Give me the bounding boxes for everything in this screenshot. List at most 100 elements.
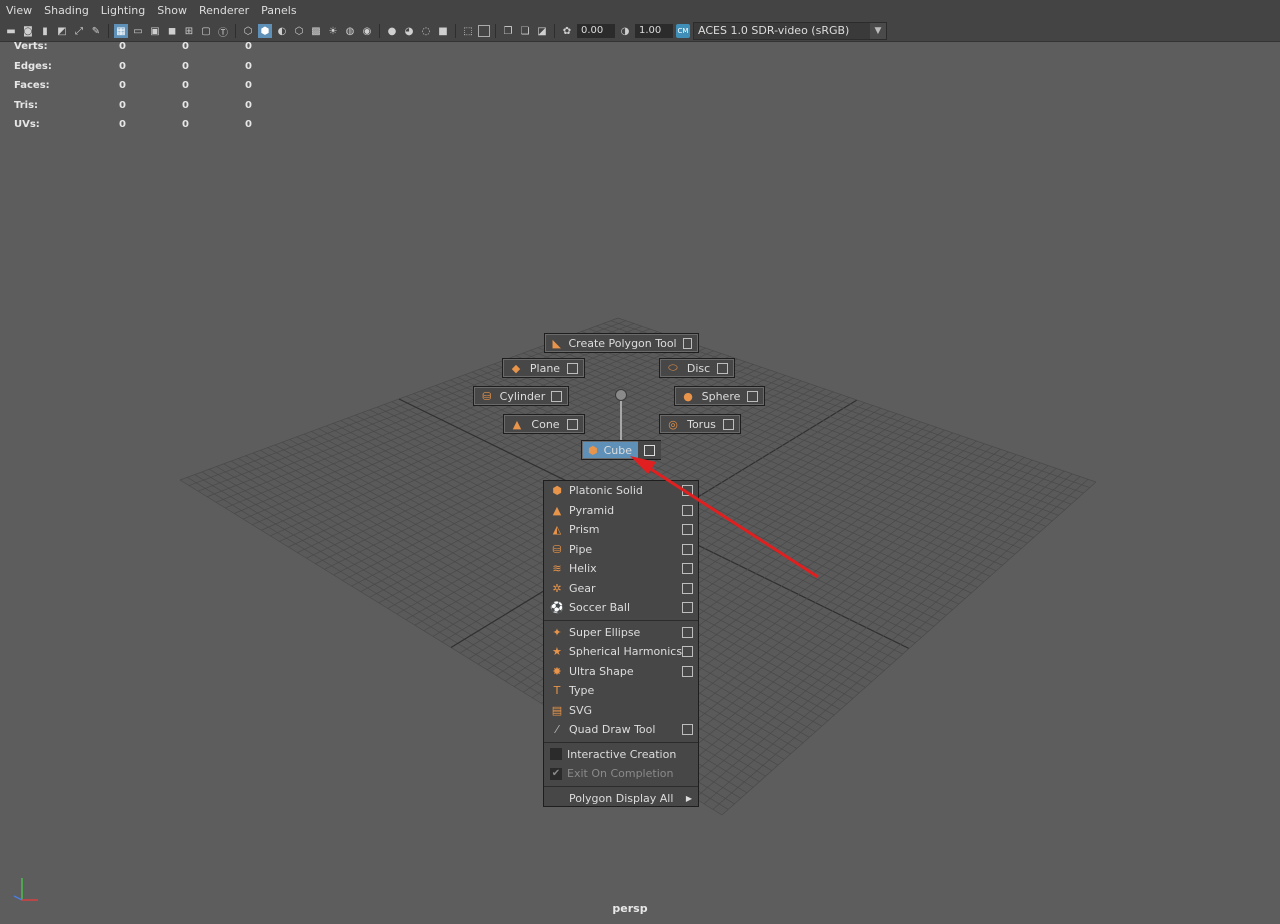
option-box[interactable]	[682, 337, 692, 349]
menu-lighting[interactable]: Lighting	[95, 4, 151, 17]
resolution-icon[interactable]: ◪	[535, 24, 549, 38]
option-box[interactable]	[682, 524, 693, 536]
field-chart-icon[interactable]: ⊞	[182, 24, 196, 38]
option-box-wrap	[638, 441, 662, 459]
pipe-icon: ⛁	[552, 542, 562, 556]
chevron-down-icon[interactable]: ▼	[870, 23, 886, 39]
mm-create-polygon-tool[interactable]: ◣ Create Polygon Tool	[544, 333, 699, 353]
menu-item-soccer-ball[interactable]: ⚽ Soccer Ball	[544, 598, 698, 618]
select-camera-icon[interactable]: ▬	[4, 24, 18, 38]
default-material-icon[interactable]: ◐	[275, 24, 289, 38]
option-box[interactable]	[644, 444, 656, 456]
gate-mask-icon[interactable]: ◼	[165, 24, 179, 38]
option-box[interactable]	[682, 602, 693, 614]
option-box[interactable]	[682, 504, 693, 516]
xray-icon[interactable]: ■	[436, 24, 450, 38]
option-box[interactable]	[717, 362, 728, 374]
bookmark-icon[interactable]: ▮	[38, 24, 52, 38]
menu-item-polygon-display-all[interactable]: Polygon Display All ▶	[544, 789, 698, 809]
hud-value: 0	[182, 119, 189, 130]
menu-item-spherical-harmonics[interactable]: ★ Spherical Harmonics	[544, 642, 698, 662]
menu-item-super-ellipse[interactable]: ✦ Super Ellipse	[544, 623, 698, 643]
mm-plane[interactable]: ◆ Plane	[502, 358, 585, 378]
menu-shading[interactable]: Shading	[38, 4, 95, 17]
image-plane-icon[interactable]: ◩	[55, 24, 69, 38]
wireframe-icon[interactable]: ⬡	[241, 24, 255, 38]
menu-panels[interactable]: Panels	[255, 4, 302, 17]
shadows-icon[interactable]: ◍	[343, 24, 357, 38]
xray-active-icon[interactable]: ❐	[501, 24, 515, 38]
hud-label: UVs:	[14, 119, 40, 130]
lights-icon[interactable]: ☀	[326, 24, 340, 38]
mm-sphere[interactable]: ● Sphere	[674, 386, 765, 406]
menu-item-exit-on-completion[interactable]: ✔ Exit On Completion	[544, 764, 698, 784]
option-box[interactable]	[567, 418, 578, 430]
grease-pencil-icon[interactable]: ✎	[89, 24, 103, 38]
mm-cube[interactable]: ⬢ Cube	[581, 440, 662, 460]
checkmark-icon[interactable]: ✔	[550, 767, 562, 780]
color-space-dropdown[interactable]: ACES 1.0 SDR-video (sRGB) ▼	[693, 22, 887, 40]
menu-item-quad-draw-tool[interactable]: ⁄ Quad Draw Tool	[544, 720, 698, 740]
hud-label: Edges:	[14, 60, 52, 72]
motion-blur-icon[interactable]: ●	[385, 24, 399, 38]
safe-title-icon[interactable]: Ⓣ	[216, 24, 230, 39]
menu-item-ultra-shape[interactable]: ✸ Ultra Shape	[544, 662, 698, 682]
option-box[interactable]	[723, 418, 734, 430]
backface-icon[interactable]: ❏	[518, 24, 532, 38]
hud-row-verts: Verts: 0 0 0	[0, 41, 260, 61]
exposure-field[interactable]: 0.00	[577, 24, 615, 38]
panel-menubar: View Shading Lighting Show Renderer Pane…	[0, 0, 1280, 21]
option-box[interactable]	[682, 724, 693, 736]
isolate-select-icon[interactable]: ⬚	[461, 24, 475, 38]
film-gate-icon[interactable]: ▭	[131, 24, 145, 38]
option-box[interactable]	[682, 665, 693, 677]
gear-icon: ✲	[552, 581, 562, 595]
menu-item-platonic-solid[interactable]: ⬢ Platonic Solid	[544, 481, 698, 501]
safe-action-icon[interactable]: ▢	[199, 24, 213, 38]
mm-disc[interactable]: ⬭ Disc	[659, 358, 735, 378]
option-box[interactable]	[567, 362, 578, 374]
option-box[interactable]	[682, 543, 693, 555]
mm-torus[interactable]: ◎ Torus	[659, 414, 741, 434]
grid-toggle-icon[interactable]: ▦	[114, 24, 128, 38]
smooth-shade-icon[interactable]: ⬢	[258, 24, 272, 38]
menu-item-gear[interactable]: ✲ Gear	[544, 579, 698, 599]
depth-of-field-icon[interactable]: ◌	[419, 24, 433, 38]
menu-item-helix[interactable]: ≋ Helix	[544, 559, 698, 579]
option-box[interactable]	[747, 390, 758, 402]
camera-name-label: persp	[612, 902, 648, 915]
resolution-gate-icon[interactable]: ▣	[148, 24, 162, 38]
mm-cylinder[interactable]: ⛁ Cylinder	[473, 386, 569, 406]
menu-item-interactive-creation[interactable]: Interactive Creation	[544, 745, 698, 765]
gamma-field[interactable]: 1.00	[635, 24, 673, 38]
hud-row-edges: Edges: 0 0 0	[0, 61, 260, 81]
gamma-icon[interactable]: ◑	[618, 24, 632, 38]
option-box[interactable]	[682, 563, 693, 575]
hud-value: 0	[182, 41, 189, 52]
menu-item-type[interactable]: T Type	[544, 681, 698, 701]
menu-show[interactable]: Show	[151, 4, 193, 17]
ultra-shape-icon: ✸	[552, 664, 562, 678]
menu-renderer[interactable]: Renderer	[193, 4, 255, 17]
option-box[interactable]	[682, 626, 693, 638]
option-box[interactable]	[682, 646, 693, 658]
option-box[interactable]	[682, 582, 693, 594]
mm-cone[interactable]: ▲ Cone	[503, 414, 585, 434]
exposure-icon[interactable]: ✿	[560, 24, 574, 38]
interactive-creation-checkbox[interactable]	[550, 748, 562, 761]
menu-item-pipe[interactable]: ⛁ Pipe	[544, 540, 698, 560]
wireframe-on-shaded-icon[interactable]: ⬡	[292, 24, 306, 38]
option-box[interactable]	[682, 485, 693, 497]
option-box[interactable]	[551, 390, 562, 402]
menu-item-prism[interactable]: ◭ Prism	[544, 520, 698, 540]
menu-view[interactable]: View	[0, 4, 38, 17]
anti-alias-icon[interactable]: ◕	[402, 24, 416, 38]
color-management-icon[interactable]: CM	[676, 24, 690, 38]
camera-attributes-icon[interactable]: ◙	[21, 24, 35, 38]
menu-item-svg[interactable]: ▤ SVG	[544, 701, 698, 721]
2d-pan-zoom-icon[interactable]: ⤢	[72, 24, 86, 38]
xray-joints-icon[interactable]	[478, 25, 490, 37]
textured-icon[interactable]: ▩	[309, 24, 323, 38]
menu-item-pyramid[interactable]: ▲ Pyramid	[544, 501, 698, 521]
ambient-occlusion-icon[interactable]: ◉	[360, 24, 374, 38]
